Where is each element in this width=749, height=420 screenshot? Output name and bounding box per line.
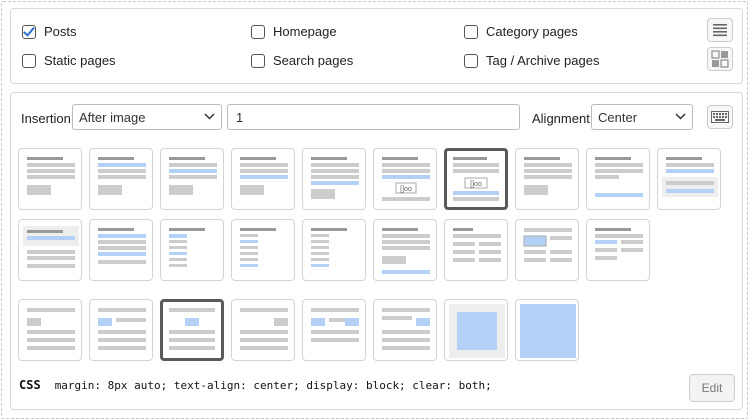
insertion-select[interactable]: After image — [72, 104, 222, 130]
checkbox-homepage[interactable]: Homepage — [251, 24, 337, 39]
layout-thumb-17[interactable] — [444, 219, 508, 281]
layout-thumb-3[interactable] — [160, 148, 224, 210]
alignment-select-value: Center — [598, 109, 638, 125]
checkbox-box[interactable] — [464, 24, 478, 39]
layout-thumb-7-selected[interactable]: []oo — [444, 148, 508, 210]
checkbox-box[interactable] — [22, 24, 36, 39]
grid-view-button[interactable] — [707, 47, 733, 71]
layout-thumb-26[interactable] — [444, 299, 508, 361]
layout-thumb-13[interactable] — [160, 219, 224, 281]
layout-thumb-25[interactable] — [373, 299, 437, 361]
page-type-panel: Posts Homepage Category pages Static pag… — [10, 8, 743, 84]
list-view-button[interactable] — [707, 18, 733, 42]
checkbox-label: Category pages — [486, 24, 578, 39]
keyboard-button[interactable] — [707, 105, 733, 129]
checkbox-label: Posts — [44, 24, 77, 39]
css-code: margin: 8px auto; text-align: center; di… — [54, 379, 492, 392]
layout-thumb-4[interactable] — [231, 148, 295, 210]
layout-thumb-8[interactable] — [515, 148, 579, 210]
alignment-label: Alignment — [532, 111, 590, 126]
layout-thumb-2[interactable] — [89, 148, 153, 210]
insertion-position-value: 1 — [236, 109, 244, 125]
grid-view-icon — [711, 50, 729, 68]
chevron-down-icon — [675, 111, 686, 123]
layout-thumb-16[interactable] — [373, 219, 437, 281]
layout-thumb-15[interactable] — [302, 219, 366, 281]
insertion-position-input[interactable]: 1 — [227, 104, 520, 130]
layout-thumb-12[interactable] — [89, 219, 153, 281]
edit-button[interactable]: Edit — [689, 374, 735, 402]
list-view-icon — [713, 24, 727, 37]
checkbox-box[interactable] — [464, 53, 478, 68]
checkbox-tag-archive-pages[interactable]: Tag / Archive pages — [464, 53, 599, 68]
svg-text:[]oo: []oo — [400, 186, 412, 193]
svg-text:[]oo: []oo — [470, 181, 482, 188]
checkbox-box[interactable] — [251, 24, 265, 39]
layout-thumb-24[interactable] — [302, 299, 366, 361]
checkbox-box[interactable] — [251, 53, 265, 68]
layout-thumb-27[interactable] — [515, 299, 579, 361]
keyboard-icon — [711, 111, 729, 123]
checkbox-category-pages[interactable]: Category pages — [464, 24, 578, 39]
checkbox-label: Static pages — [44, 53, 116, 68]
checkbox-label: Search pages — [273, 53, 354, 68]
insertion-select-value: After image — [79, 109, 146, 125]
layout-thumb-22-selected[interactable] — [160, 299, 224, 361]
checkbox-label: Tag / Archive pages — [486, 53, 600, 68]
layout-thumb-20[interactable] — [18, 299, 82, 361]
layout-thumb-6[interactable]: []oo — [373, 148, 437, 210]
checkbox-search-pages[interactable]: Search pages — [251, 53, 353, 68]
css-label: CSS — [19, 378, 41, 392]
settings-container: Posts Homepage Category pages Static pag… — [1, 1, 748, 419]
layout-thumb-18[interactable] — [515, 219, 579, 281]
layout-thumb-19[interactable] — [586, 219, 650, 281]
chevron-down-icon — [204, 111, 215, 123]
layout-thumb-5[interactable] — [302, 148, 366, 210]
layout-thumb-21[interactable] — [89, 299, 153, 361]
layout-thumb-23[interactable] — [231, 299, 295, 361]
checkbox-box[interactable] — [22, 53, 36, 68]
css-preview: CSS margin: 8px auto; text-align: center;… — [19, 378, 492, 392]
checkbox-label: Homepage — [273, 24, 337, 39]
checkbox-static-pages[interactable]: Static pages — [22, 53, 116, 68]
checkbox-posts[interactable]: Posts — [22, 24, 77, 39]
layout-thumb-1[interactable] — [18, 148, 82, 210]
layout-thumb-10[interactable] — [657, 148, 721, 210]
insertion-label: Insertion — [21, 111, 71, 126]
alignment-select[interactable]: Center — [591, 104, 693, 130]
layout-thumb-11[interactable] — [18, 219, 82, 281]
layout-thumb-9[interactable] — [586, 148, 650, 210]
layout-thumb-14[interactable] — [231, 219, 295, 281]
